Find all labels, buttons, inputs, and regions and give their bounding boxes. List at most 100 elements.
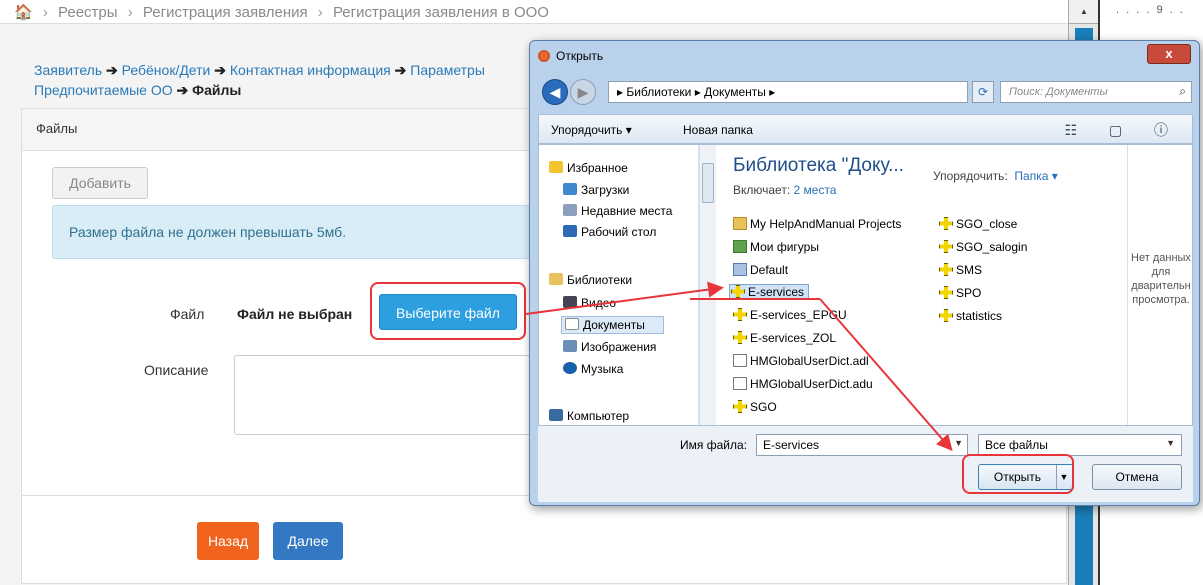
view-icons[interactable]: ☷ ▢ ⓘ [1064, 120, 1182, 140]
chevron-right-icon: › [127, 4, 133, 21]
forward-arrow-icon[interactable]: ▶ [570, 79, 596, 105]
nav-libraries[interactable]: Библиотеки [549, 273, 632, 287]
music-icon [563, 362, 577, 374]
folder-icon [939, 240, 953, 253]
home-icon[interactable]: 🏠 [14, 4, 33, 21]
folder-icon [733, 331, 747, 344]
breadcrumb-item[interactable]: Реестры [58, 4, 118, 21]
nav-downloads[interactable]: Загрузки [563, 183, 629, 197]
highlight-choose [370, 282, 526, 340]
preview-text: Нет данных для дварительн просмотра. [1131, 252, 1191, 306]
sort-by: Упорядочить: Папка ▾ [933, 169, 1058, 183]
add-button[interactable]: Добавить [52, 167, 148, 199]
shapes-icon [733, 240, 747, 253]
arrow-right-icon: ➔ [106, 62, 118, 78]
chevron-down-icon[interactable]: ▼ [954, 438, 963, 448]
folder-icon [733, 400, 747, 413]
search-input[interactable]: Поиск: Документы ⌕ [1000, 81, 1192, 103]
dialog-body: Избранное Загрузки Недавние места Рабочи… [538, 144, 1193, 426]
document-icon [565, 318, 579, 330]
includes-link[interactable]: 2 места [794, 183, 837, 197]
nav-video[interactable]: Видео [563, 296, 616, 310]
file-item[interactable]: E-services_EPGU [733, 308, 847, 322]
file-icon [733, 354, 747, 367]
library-heading: Библиотека "Доку... [733, 155, 904, 176]
step-link[interactable]: Заявитель [34, 62, 102, 78]
refresh-icon[interactable]: ⟳ [972, 81, 994, 103]
file-item[interactable]: HMGlobalUserDict.adl [733, 354, 869, 368]
file-item[interactable]: statistics [939, 309, 1002, 323]
nav-documents[interactable]: Документы [561, 316, 664, 334]
file-item[interactable]: E-services_ZOL [733, 331, 836, 345]
nav-recent[interactable]: Недавние места [563, 204, 672, 218]
file-item[interactable]: Default [733, 263, 788, 277]
dialog-bottom: Имя файла: E-services ▼ Все файлы ▼ Открыт… [538, 426, 1193, 502]
downloads-icon [563, 183, 577, 195]
nav-images[interactable]: Изображения [563, 340, 656, 354]
folder-icon [939, 286, 953, 299]
file-item[interactable]: Мои фигуры [733, 240, 819, 254]
arrow-right-icon: ➔ [176, 82, 189, 98]
preview-pane: Нет данных для дварительн просмотра. [1127, 145, 1193, 425]
folder-icon [731, 285, 745, 298]
dialog-title: Открыть [538, 49, 603, 63]
new-folder-button[interactable]: Новая папка [683, 123, 753, 137]
nav-scrollbar[interactable] [699, 145, 716, 425]
chevron-down-icon[interactable]: ▼ [1166, 438, 1175, 448]
file-name-input[interactable]: E-services ▼ [756, 434, 968, 456]
file-icon [733, 263, 747, 276]
file-item[interactable]: SGO_salogin [939, 240, 1027, 254]
chrome-icon [538, 50, 550, 62]
file-icon [733, 377, 747, 390]
cancel-button[interactable]: Отмена [1092, 464, 1182, 490]
file-item[interactable]: SGO [733, 400, 777, 414]
open-dialog: Открыть x ◀ ▶ ▸ Библиотеки ▸ Документы ▸… [529, 40, 1200, 506]
wizard-steps: Заявитель ➔ Ребёнок/Дети ➔ Контактная ин… [34, 60, 534, 100]
step-link[interactable]: Параметры [410, 62, 485, 78]
no-file-text: Файл не выбран [237, 306, 353, 322]
address-bar[interactable]: ▸ Библиотеки ▸ Документы ▸ [608, 81, 968, 103]
file-label: Файл [170, 306, 205, 322]
nav-music[interactable]: Музыка [563, 362, 623, 376]
file-item[interactable]: SPO [939, 286, 981, 300]
back-button[interactable]: Назад [197, 522, 259, 560]
file-item[interactable]: HMGlobalUserDict.adu [733, 377, 873, 391]
folder-icon [939, 217, 953, 230]
step-current: Файлы [192, 82, 242, 98]
next-button[interactable]: Далее [273, 522, 343, 560]
file-item-selected[interactable]: E-services [729, 284, 810, 300]
desktop-icon [563, 225, 577, 237]
step-link[interactable]: Контактная информация [230, 62, 391, 78]
file-item[interactable]: My HelpAndManual Projects [733, 217, 901, 231]
step-link[interactable]: Ребёнок/Дети [122, 62, 211, 78]
step-link[interactable]: Предпочитаемые ОО [34, 82, 173, 98]
close-button[interactable]: x [1147, 44, 1191, 64]
chevron-right-icon: › [42, 4, 48, 21]
nav-desktop[interactable]: Рабочий стол [563, 225, 656, 239]
back-arrow-icon[interactable]: ◀ [542, 79, 568, 105]
nav-computer[interactable]: Компьютер [549, 409, 629, 423]
sort-dropdown[interactable]: Папка ▾ [1014, 169, 1057, 183]
file-name-label: Имя файла: [680, 438, 747, 452]
nav-favorites[interactable]: Избранное [549, 161, 628, 175]
nav-scroll-thumb[interactable] [702, 163, 714, 203]
breadcrumb-item[interactable]: Регистрация заявления [143, 4, 308, 21]
arrow-right-icon: ➔ [394, 62, 407, 78]
file-item[interactable]: SGO_close [939, 217, 1017, 231]
description-field[interactable] [234, 355, 534, 435]
library-icon [549, 273, 563, 285]
library-includes: Включает: 2 места [733, 183, 837, 197]
organize-button[interactable]: Упорядочить ▾ [551, 123, 632, 137]
file-type-select[interactable]: Все файлы ▼ [978, 434, 1182, 456]
folder-icon [939, 309, 953, 322]
file-item[interactable]: SMS [939, 263, 982, 277]
address-row: ◀ ▶ ▸ Библиотеки ▸ Документы ▸ ⟳ Поиск: … [538, 79, 1193, 105]
arrow-right-icon: ➔ [214, 62, 226, 78]
recent-icon [563, 204, 577, 216]
highlight-open [962, 454, 1074, 494]
top-breadcrumb: 🏠 › Реестры › Регистрация заявления › Ре… [0, 0, 1068, 24]
scroll-up-icon[interactable]: ▲ [1069, 0, 1099, 24]
search-icon: ⌕ [1179, 84, 1186, 98]
computer-icon [549, 409, 563, 421]
description-label: Описание [144, 362, 209, 378]
